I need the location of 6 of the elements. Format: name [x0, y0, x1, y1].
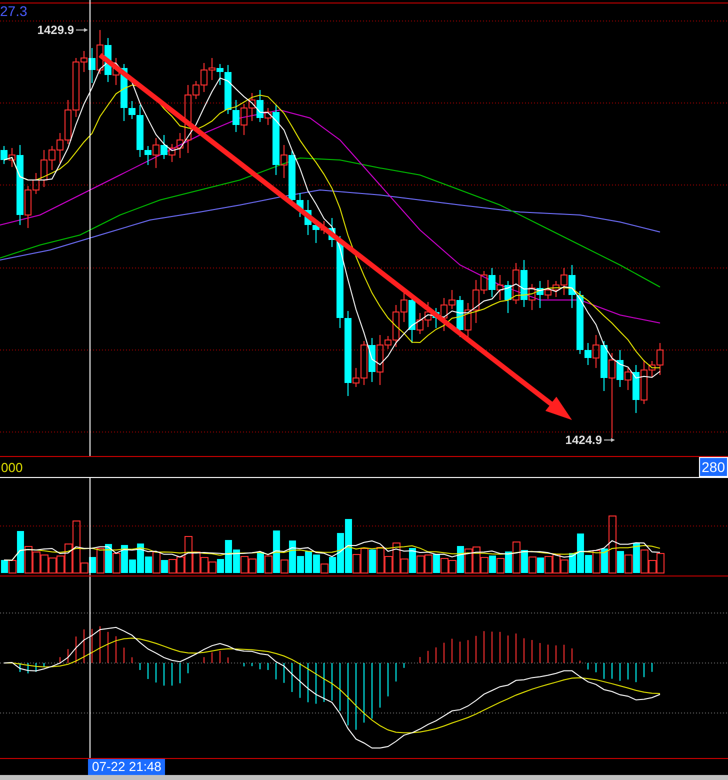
price-axis-label: 27.3: [0, 3, 28, 19]
crosshair-time-label: 07-22 21:48: [88, 759, 166, 775]
volume-axis-label: 280: [698, 457, 728, 477]
low-price-label: 1424.9: [565, 433, 602, 447]
high-price-label: 1429.9: [37, 23, 74, 37]
volume-scale-label: 000: [0, 460, 23, 474]
